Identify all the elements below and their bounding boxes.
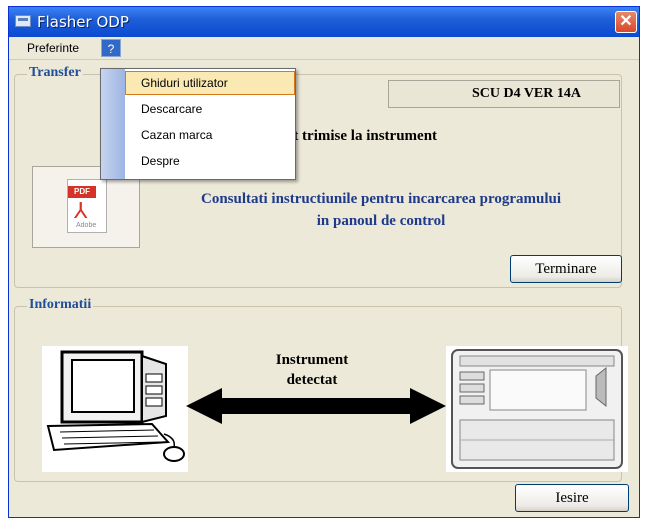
iesire-button[interactable]: Iesire (515, 484, 629, 512)
menu-bar: Preferinte ? (9, 37, 639, 60)
adobe-logo-icon: ⅄ (74, 198, 88, 223)
transfer-group-title: Transfer (27, 65, 83, 81)
detect-line-2: detectat (286, 372, 338, 388)
consult-line-2: in panoul de control (316, 213, 446, 229)
menu-item-cazan-marca[interactable]: Cazan marca (125, 123, 295, 147)
computer-icon (42, 346, 188, 472)
app-icon (15, 15, 31, 27)
pdf-brand: Adobe (76, 222, 97, 229)
title-bar[interactable]: Flasher ODP ✕ (9, 7, 639, 37)
window-title: Flasher ODP (37, 13, 129, 31)
consult-instructions-text: Consultati instructiunile pentru incarca… (146, 188, 616, 232)
help-dropdown-menu: Ghiduri utilizator Descarcare Cazan marc… (100, 68, 296, 180)
menu-help[interactable]: ? (101, 39, 121, 57)
close-button[interactable]: ✕ (615, 11, 637, 33)
instrument-detect-text: Instrument detectat (222, 350, 402, 390)
menu-preferinte[interactable]: Preferinte (23, 39, 83, 57)
transfer-status-text: ect trimise la instrument (280, 128, 438, 144)
pdf-tag: PDF (68, 186, 96, 198)
pdf-document-icon: PDF ⅄ Adobe (67, 179, 107, 233)
info-group-title: Informatii (27, 297, 94, 313)
menu-item-despre[interactable]: Despre (125, 149, 295, 173)
control-panel-device-icon (446, 346, 628, 472)
menu-item-ghiduri-utilizator[interactable]: Ghiduri utilizator (125, 71, 295, 95)
connection-arrow-icon (186, 388, 446, 424)
detect-line-1: Instrument (275, 352, 349, 368)
version-display: SCU D4 VER 14A (388, 80, 620, 108)
terminare-button[interactable]: Terminare (510, 255, 622, 283)
consult-line-1: Consultati instructiunile pentru incarca… (200, 191, 561, 207)
menu-item-descarcare[interactable]: Descarcare (125, 97, 295, 121)
